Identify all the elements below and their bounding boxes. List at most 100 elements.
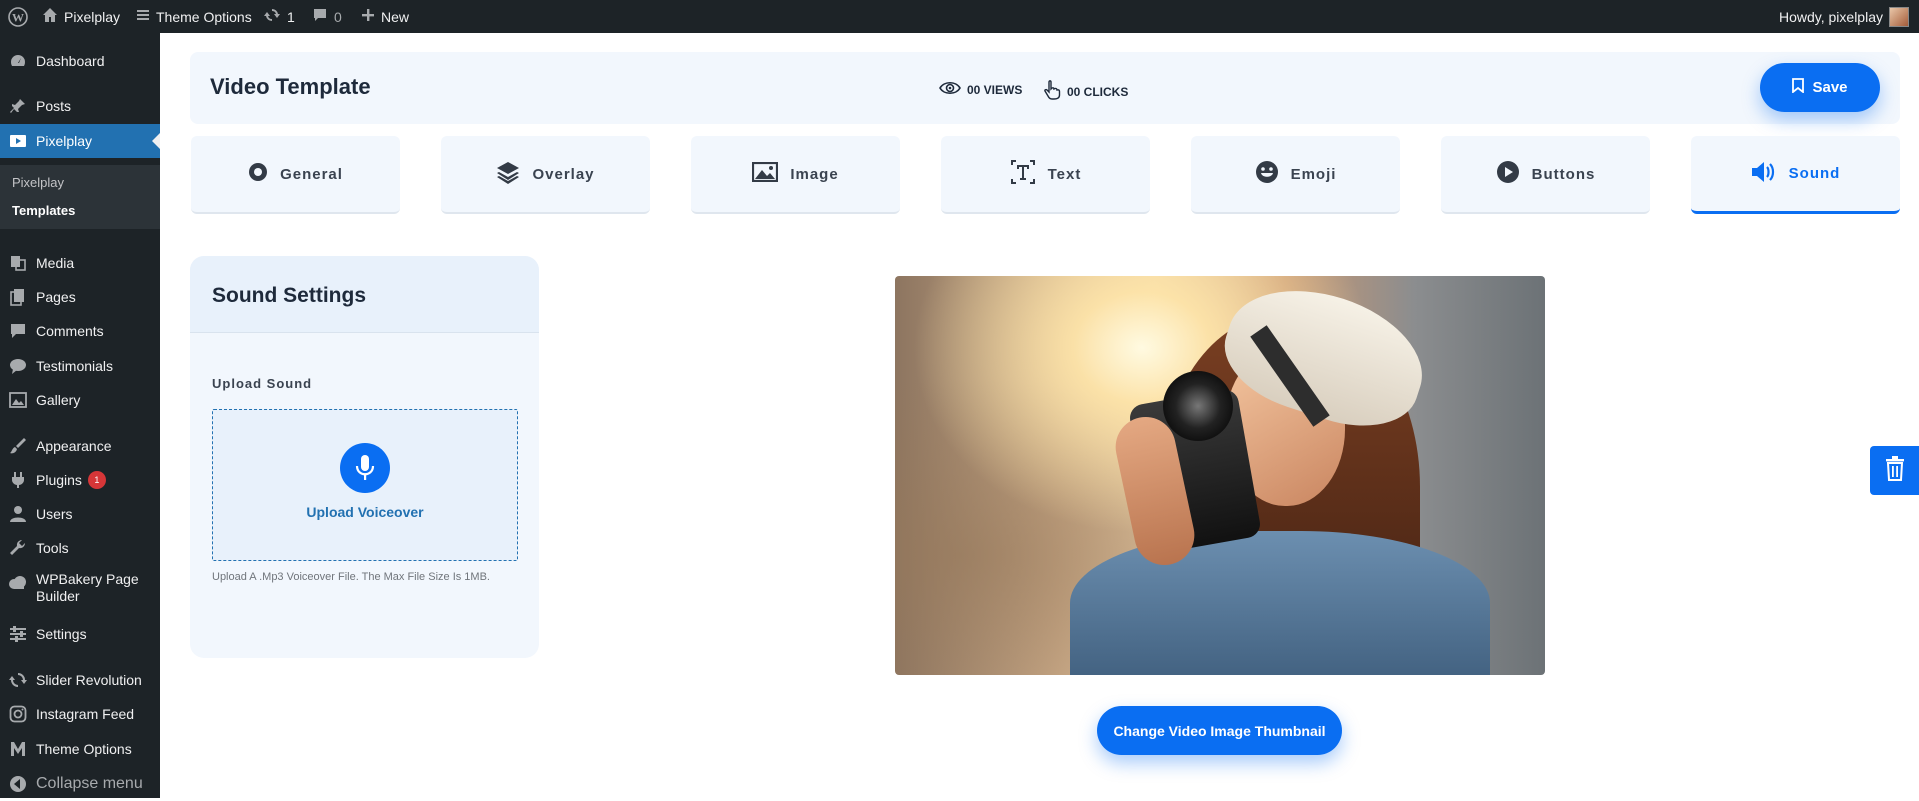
save-button[interactable]: Save: [1760, 63, 1880, 112]
gallery-icon: [8, 390, 28, 410]
updates-link[interactable]: 1: [263, 0, 295, 33]
m-icon: [8, 739, 28, 759]
sidebar-item-testimonials[interactable]: Testimonials: [0, 349, 160, 383]
collapse-icon: [8, 774, 28, 794]
new-label: New: [381, 8, 410, 25]
sidebar-item-theme-options[interactable]: Theme Options: [0, 732, 160, 766]
pages-icon: [8, 287, 28, 307]
site-name-link[interactable]: Pixelplay: [42, 0, 120, 33]
wrench-icon: [8, 538, 28, 558]
tab-label: Image: [790, 165, 839, 183]
comments-link[interactable]: 0: [312, 0, 342, 33]
views-count: 00 VIEWS: [967, 82, 1023, 97]
tab-emoji[interactable]: Emoji: [1191, 136, 1400, 214]
sidebar-item-label: Settings: [36, 626, 87, 642]
tab-label: Text: [1047, 165, 1082, 183]
testimonial-icon: [8, 356, 28, 376]
updates-count: 1: [287, 8, 295, 25]
sidebar-item-label: Collapse menu: [36, 775, 143, 792]
admin-bar: W Pixelplay Theme Options 1 0 New Howdy,…: [0, 0, 1919, 33]
sidebar-item-dashboard[interactable]: Dashboard: [0, 44, 160, 78]
sidebar-item-users[interactable]: Users: [0, 497, 160, 531]
tab-overlay[interactable]: Overlay: [441, 136, 650, 214]
tab-text[interactable]: Text: [941, 136, 1150, 214]
page-title: Video Template: [210, 74, 371, 99]
tab-label: Buttons: [1531, 165, 1596, 183]
account-menu[interactable]: Howdy, pixelplay: [1779, 0, 1909, 33]
gear-icon: [248, 162, 268, 186]
dashboard-icon: [8, 51, 28, 71]
sidebar-item-label: Pages: [36, 289, 76, 305]
sidebar-item-gallery[interactable]: Gallery: [0, 383, 160, 417]
svg-text:W: W: [12, 10, 24, 24]
wordpress-logo-icon[interactable]: W: [8, 0, 28, 33]
sidebar-item-label: Gallery: [36, 392, 81, 408]
sidebar-item-pages[interactable]: Pages: [0, 280, 160, 314]
refresh-icon: [8, 670, 28, 690]
comment-bubble-icon: [312, 7, 328, 26]
new-content-link[interactable]: New: [361, 0, 409, 33]
submenu-item-pixelplay[interactable]: Pixelplay: [12, 175, 64, 190]
sidebar-item-instagram-feed[interactable]: Instagram Feed: [0, 697, 160, 731]
bookmark-icon: [1792, 78, 1805, 97]
sidebar-item-plugins[interactable]: Plugins 1: [0, 463, 160, 497]
clicks-stat: 00 CLICKS: [1043, 80, 1128, 103]
play-icon: [1496, 160, 1520, 188]
tab-label: Overlay: [532, 165, 595, 183]
upload-voiceover-dropzone[interactable]: Upload Voiceover: [212, 409, 518, 561]
video-icon: [8, 131, 28, 151]
sidebar-item-tools[interactable]: Tools: [0, 531, 160, 565]
upload-hint: Upload A .Mp3 Voiceover File. The Max Fi…: [212, 571, 490, 583]
sidebar-item-comments[interactable]: Comments: [0, 314, 160, 348]
collapse-menu-button[interactable]: Collapse menu: [0, 767, 160, 801]
submenu-item-templates[interactable]: Templates: [12, 203, 75, 218]
sidebar-item-wpbakery[interactable]: WPBakery Page Builder: [0, 565, 160, 613]
sidebar-item-label: Plugins: [36, 472, 82, 488]
site-name: Pixelplay: [64, 8, 121, 25]
pin-icon: [8, 96, 28, 116]
speaker-icon: [1751, 160, 1777, 188]
sidebar-item-pixelplay[interactable]: Pixelplay: [0, 124, 160, 158]
sidebar-item-label: Testimonials: [36, 358, 114, 374]
menu-icon: [136, 8, 150, 25]
sidebar-item-media[interactable]: Media: [0, 246, 160, 280]
sidebar-item-label: Dashboard: [36, 53, 105, 69]
change-thumbnail-button[interactable]: Change Video Image Thumbnail: [1097, 706, 1342, 755]
video-thumbnail-image: [895, 276, 1545, 675]
tab-sound[interactable]: Sound: [1691, 136, 1900, 214]
trash-icon: [1884, 455, 1906, 486]
sidebar-item-label: Theme Options: [36, 741, 132, 757]
admin-sidebar: Dashboard Posts Pixelplay Pixelplay Temp…: [0, 33, 160, 798]
sidebar-item-settings[interactable]: Settings: [0, 617, 160, 651]
sidebar-item-posts[interactable]: Posts: [0, 89, 160, 123]
tab-buttons[interactable]: Buttons: [1441, 136, 1650, 214]
avatar: [1889, 6, 1909, 27]
sidebar-item-label: Posts: [36, 98, 72, 114]
views-stat: 00 VIEWS: [939, 80, 1022, 99]
brush-icon: [8, 436, 28, 456]
tab-image[interactable]: Image: [691, 136, 900, 214]
image-icon: [752, 161, 779, 186]
delete-button[interactable]: [1870, 446, 1919, 495]
theme-options-link[interactable]: Theme Options: [136, 0, 252, 33]
plugin-icon: [8, 470, 28, 490]
comment-icon: [8, 321, 28, 341]
eye-icon: [939, 80, 961, 99]
template-header: Video Template 00 VIEWS 00 CLICKS Save: [190, 52, 1900, 124]
layers-icon: [496, 160, 520, 188]
microphone-icon: [340, 443, 390, 493]
sidebar-item-label: Comments: [36, 323, 104, 339]
clicks-count: 00 CLICKS: [1067, 84, 1129, 99]
plus-icon: [361, 8, 375, 25]
theme-options-label: Theme Options: [156, 8, 252, 25]
tab-general[interactable]: General: [191, 136, 400, 214]
save-label: Save: [1812, 79, 1848, 96]
sidebar-item-slider-revolution[interactable]: Slider Revolution: [0, 663, 160, 697]
upload-voiceover-button[interactable]: Upload Voiceover: [213, 504, 517, 520]
sidebar-item-appearance[interactable]: Appearance: [0, 429, 160, 463]
comments-count: 0: [334, 8, 342, 25]
sidebar-item-label: Slider Revolution: [36, 672, 142, 688]
plugins-update-badge: 1: [87, 471, 106, 489]
upload-sound-label: Upload Sound: [212, 376, 313, 391]
tab-label: General: [280, 165, 343, 183]
